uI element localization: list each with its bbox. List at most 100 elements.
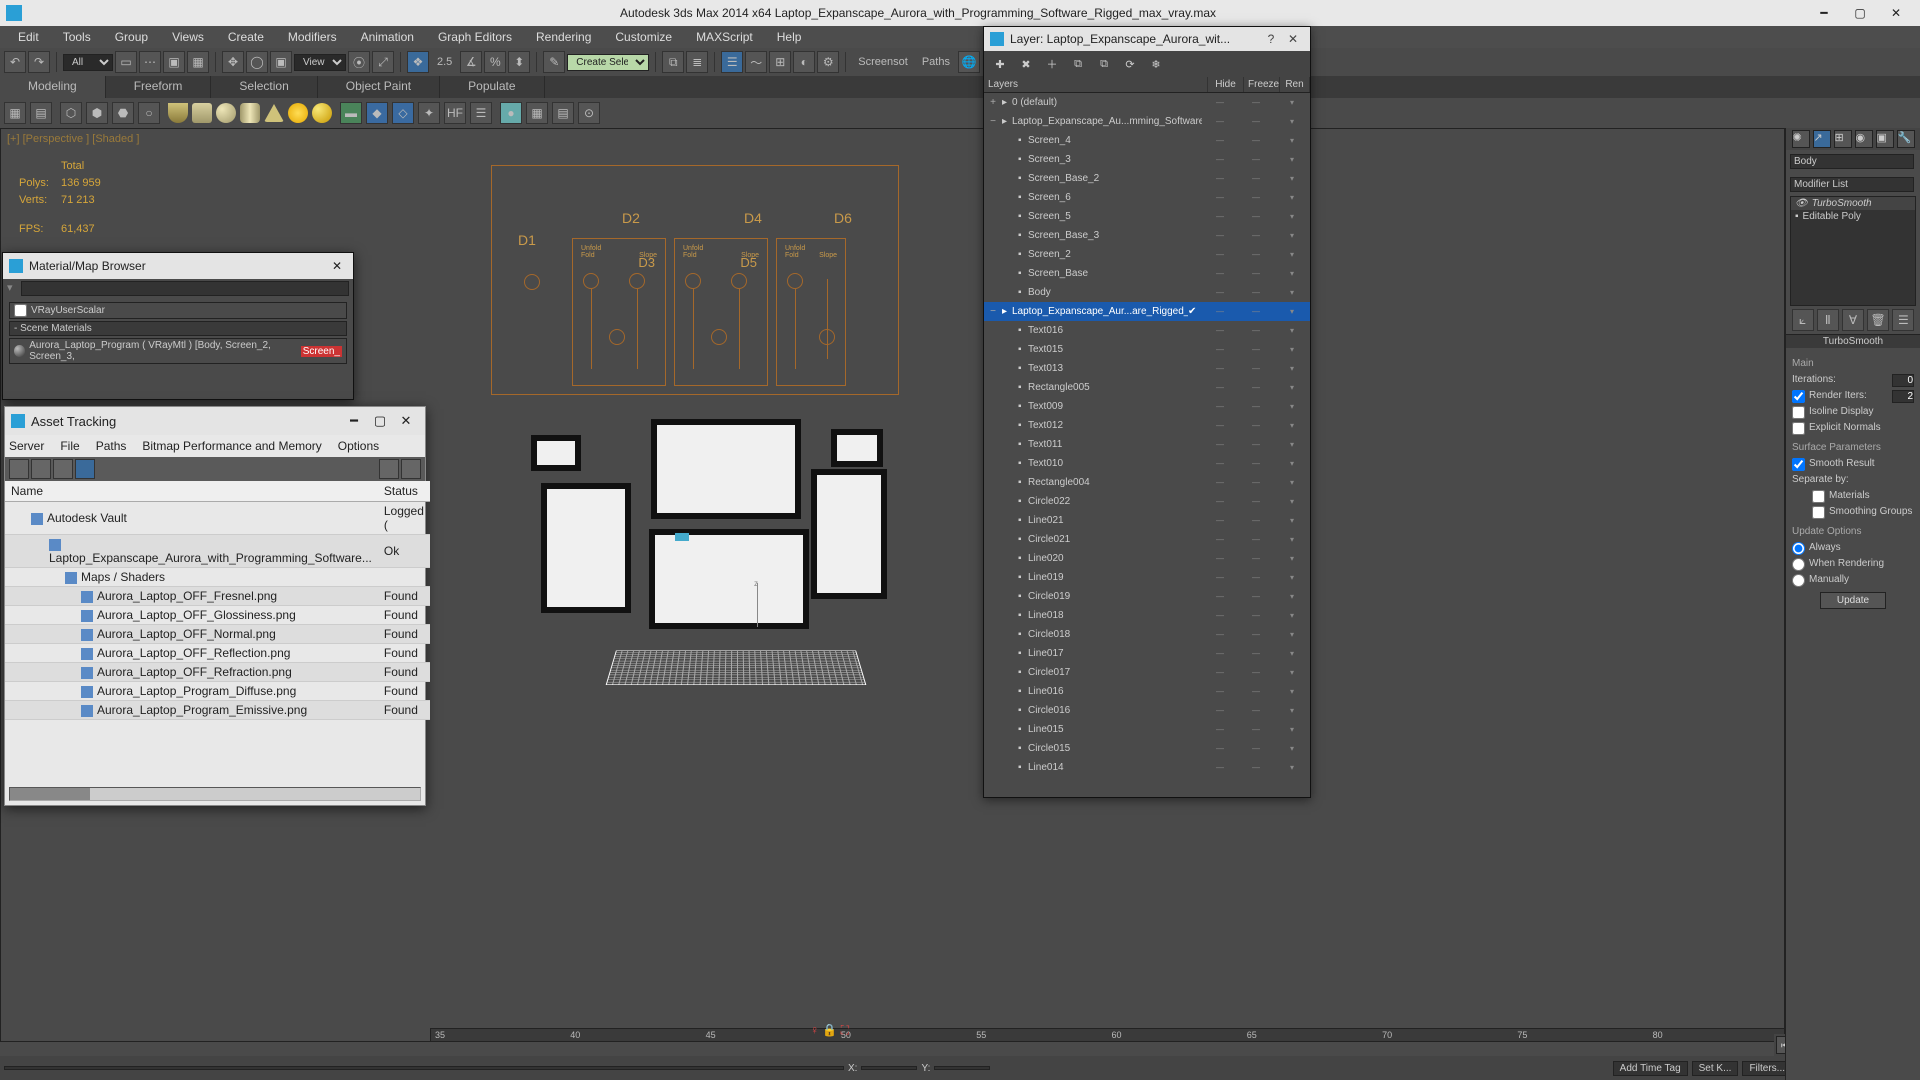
coord-x-field[interactable]: [861, 1066, 917, 1070]
time-tag-field[interactable]: Add Time Tag: [1613, 1061, 1688, 1076]
misc5-icon[interactable]: ⊙: [578, 102, 600, 124]
layer-row[interactable]: ▪Text010——▾: [984, 454, 1310, 473]
align-button[interactable]: ≣: [686, 51, 708, 73]
maximize-button[interactable]: ▢: [1842, 3, 1878, 23]
layer-row[interactable]: ▪Circle016——▾: [984, 701, 1310, 720]
asset-row[interactable]: Maps / Shaders: [5, 568, 430, 587]
layer-row[interactable]: ▪Line017——▾: [984, 644, 1310, 663]
layer-row[interactable]: ▪Rectangle004——▾: [984, 473, 1310, 492]
menu-tools[interactable]: Tools: [51, 30, 103, 44]
remove-modifier-button[interactable]: 🗑: [1867, 309, 1889, 331]
layer-row[interactable]: ▪Circle015——▾: [984, 739, 1310, 758]
undo-button[interactable]: ↶: [4, 51, 26, 73]
redo-button[interactable]: ↷: [28, 51, 50, 73]
menu-graph-editors[interactable]: Graph Editors: [426, 30, 524, 44]
display-tab-icon[interactable]: ▣: [1876, 130, 1894, 148]
paths-button[interactable]: Paths: [916, 56, 956, 68]
asset-row[interactable]: Aurora_Laptop_OFF_Fresnel.pngFound: [5, 587, 430, 606]
rig-knob[interactable]: [609, 329, 625, 345]
rig-knob[interactable]: [583, 273, 599, 289]
poly-tool2-icon[interactable]: ▤: [30, 102, 52, 124]
asset-row[interactable]: Aurora_Laptop_Program_Diffuse.pngFound: [5, 682, 430, 701]
iterations-field[interactable]: [1892, 374, 1914, 387]
smooth-result-check[interactable]: [1792, 458, 1805, 471]
misc3-icon[interactable]: ☰: [470, 102, 492, 124]
col-layers[interactable]: Layers: [984, 77, 1208, 92]
layer-row[interactable]: ▪Text012——▾: [984, 416, 1310, 435]
asset-row[interactable]: Laptop_Expanscape_Aurora_with_Programmin…: [5, 535, 430, 568]
utilities-tab-icon[interactable]: 🔧: [1897, 130, 1915, 148]
layer-manager-button[interactable]: ☰: [721, 51, 743, 73]
close-material-browser-button[interactable]: ✕: [327, 259, 347, 273]
layer-row[interactable]: ▪Screen_3——▾: [984, 150, 1310, 169]
rig-knob[interactable]: [629, 273, 645, 289]
tab-modeling[interactable]: Modeling: [0, 76, 106, 98]
asset-col-status[interactable]: Status: [378, 481, 430, 502]
layer-row[interactable]: ▪Line020——▾: [984, 549, 1310, 568]
tab-populate[interactable]: Populate: [440, 76, 544, 98]
spinner-snap-button[interactable]: ⬍: [508, 51, 530, 73]
asset-tb1[interactable]: [9, 459, 29, 479]
make-unique-button[interactable]: ∀: [1842, 309, 1864, 331]
viewport-label[interactable]: [+] [Perspective ] [Shaded ]: [7, 133, 139, 145]
asset-minimize-button[interactable]: ━: [341, 413, 367, 429]
select-object-button[interactable]: ▭: [115, 51, 137, 73]
asset-menu-file[interactable]: File: [60, 439, 79, 453]
modify-tab-icon[interactable]: ↗: [1813, 130, 1831, 148]
minimize-button[interactable]: ━: [1806, 3, 1842, 23]
curve-editor-button[interactable]: 〜: [745, 51, 767, 73]
set-key-button[interactable]: Set K...: [1692, 1061, 1739, 1076]
update-always-radio[interactable]: [1792, 542, 1805, 555]
menu-edit[interactable]: Edit: [6, 30, 51, 44]
layer-row[interactable]: −▸Laptop_Expanscape_Aur...are_Rigged_con…: [984, 302, 1310, 321]
layer-row[interactable]: ▪Circle019——▾: [984, 587, 1310, 606]
light-primitive-icon[interactable]: [288, 103, 308, 123]
cone-primitive-icon[interactable]: [264, 104, 284, 122]
box-primitive-icon[interactable]: [192, 103, 212, 123]
col-render[interactable]: Ren: [1280, 77, 1310, 92]
sep-materials-check[interactable]: [1812, 490, 1825, 503]
layer-row[interactable]: ▪Body——▾: [984, 283, 1310, 302]
asset-row[interactable]: Aurora_Laptop_OFF_Reflection.pngFound: [5, 644, 430, 663]
asset-row[interactable]: Aurora_Laptop_OFF_Refraction.pngFound: [5, 663, 430, 682]
asset-tb2[interactable]: [31, 459, 51, 479]
delete-layer-button[interactable]: ✖: [1018, 56, 1034, 72]
layer-row[interactable]: ▪Rectangle005——▾: [984, 378, 1310, 397]
window-crossing-button[interactable]: ▦: [187, 51, 209, 73]
percent-snap-button[interactable]: %: [484, 51, 506, 73]
select-by-name-button[interactable]: ⋯: [139, 51, 161, 73]
snap-toggle-button[interactable]: ❖: [407, 51, 429, 73]
update-manual-radio[interactable]: [1792, 574, 1805, 587]
rig-knob[interactable]: [711, 329, 727, 345]
poly-tool5-icon[interactable]: ⬣: [112, 102, 134, 124]
manipulate-button[interactable]: ⤢: [372, 51, 394, 73]
update-button[interactable]: Update: [1820, 592, 1886, 609]
layer-row[interactable]: ▪Circle017——▾: [984, 663, 1310, 682]
mirror-button[interactable]: ⧉: [662, 51, 684, 73]
menu-group[interactable]: Group: [103, 30, 160, 44]
asset-maximize-button[interactable]: ▢: [367, 413, 393, 429]
sphere-primitive-icon[interactable]: [216, 103, 236, 123]
layer-row[interactable]: ▪Line014——▾: [984, 758, 1310, 777]
asset-menu-bitmap[interactable]: Bitmap Performance and Memory: [142, 439, 321, 453]
asset-close-button[interactable]: ✕: [393, 413, 419, 429]
scale-button[interactable]: ▣: [270, 51, 292, 73]
key-lock-icon[interactable]: ♀ 🔒 ⛶: [810, 1023, 849, 1038]
rollout-header[interactable]: TurboSmooth: [1786, 335, 1920, 348]
layer-row[interactable]: ▪Screen_Base_2——▾: [984, 169, 1310, 188]
close-layer-dialog-button[interactable]: ✕: [1282, 32, 1304, 46]
tab-object-paint[interactable]: Object Paint: [318, 76, 440, 98]
misc2-icon[interactable]: HF: [444, 102, 466, 124]
object-name-field[interactable]: [1790, 154, 1914, 169]
move-button[interactable]: ✥: [222, 51, 244, 73]
layer-row[interactable]: ▪Text016——▾: [984, 321, 1310, 340]
scene-material-item[interactable]: Aurora_Laptop_Program ( VRayMtl ) [Body,…: [9, 338, 347, 364]
menu-help[interactable]: Help: [765, 30, 814, 44]
asset-help-button[interactable]: [401, 459, 421, 479]
highlight-sel-button[interactable]: ⧉: [1096, 56, 1112, 72]
configure-button[interactable]: ☰: [1892, 309, 1914, 331]
misc4-icon[interactable]: ▤: [552, 102, 574, 124]
globe-icon[interactable]: 🌐: [958, 51, 980, 73]
named-selection-dropdown[interactable]: Create Selection S: [567, 54, 649, 71]
modifier-list-dropdown[interactable]: [1790, 177, 1914, 192]
